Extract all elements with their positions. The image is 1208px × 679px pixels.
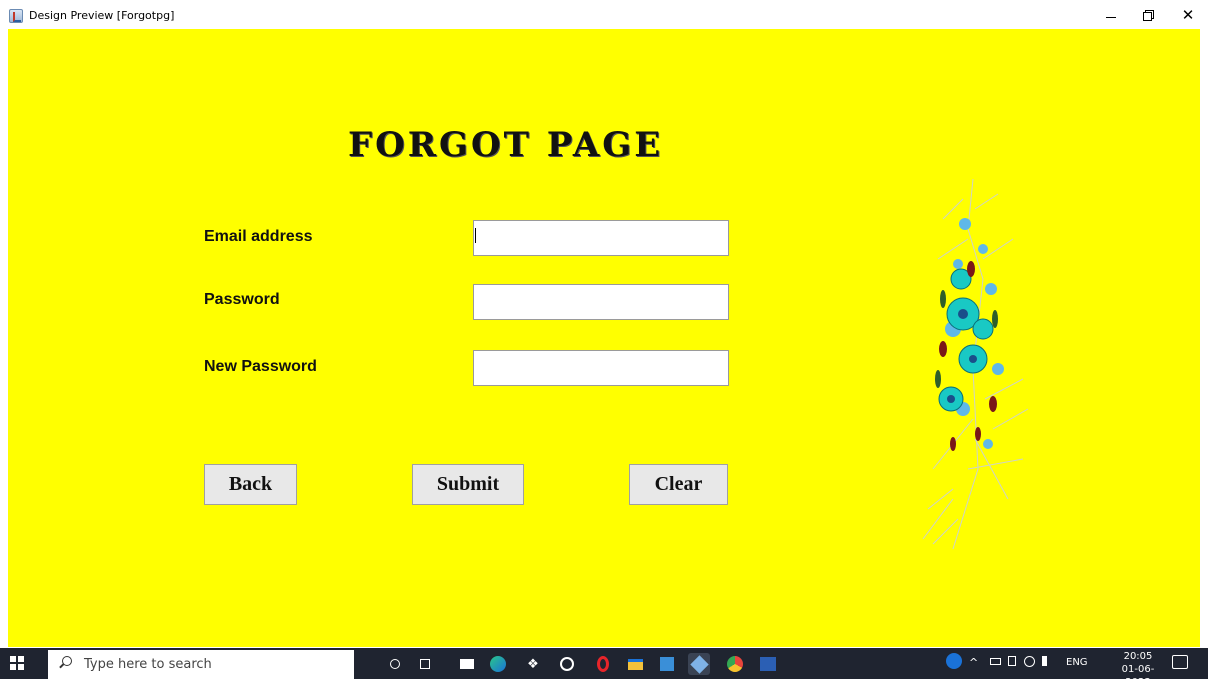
submit-button[interactable]: Submit	[412, 464, 524, 505]
app-icon[interactable]	[556, 653, 578, 675]
close-button[interactable]: ✕	[1170, 4, 1206, 26]
opera-icon[interactable]	[592, 653, 614, 675]
file-explorer-icon[interactable]	[624, 653, 646, 675]
page-title: FORGOT PAGE	[348, 125, 664, 165]
word-icon[interactable]	[757, 653, 779, 675]
window-title-bar: Design Preview [Forgotpg] ✕	[0, 0, 1208, 29]
new-password-label: New Password	[204, 358, 317, 375]
start-button[interactable]	[10, 656, 24, 670]
text-caret	[475, 228, 476, 243]
search-placeholder: Type here to search	[84, 657, 212, 672]
chevron-up-icon[interactable]: ^	[969, 656, 978, 669]
volume-icon[interactable]	[1042, 656, 1054, 666]
windows-logo-icon	[10, 656, 16, 662]
java-app-icon	[9, 9, 23, 23]
app-icon[interactable]	[656, 653, 678, 675]
battery-icon	[990, 656, 1001, 665]
clock-date: 01-06-2023	[1121, 664, 1155, 679]
taskbar-clock[interactable]: 20:05 01-06-2023	[1118, 650, 1158, 679]
new-password-field[interactable]	[473, 350, 729, 386]
windows-taskbar: Type here to search ❖ ^ ENG 20:05 01-06-…	[0, 648, 1208, 679]
network-icon[interactable]	[1024, 656, 1035, 667]
forgot-page-panel: FORGOT PAGE Email address Password New P…	[8, 29, 1200, 647]
email-field[interactable]	[473, 220, 729, 256]
device-icon	[1008, 656, 1016, 666]
notification-icon[interactable]	[1172, 655, 1188, 669]
minimize-button[interactable]	[1093, 4, 1129, 26]
chrome-icon[interactable]	[724, 653, 746, 675]
close-icon: ✕	[1181, 6, 1195, 24]
restore-button[interactable]	[1130, 4, 1166, 26]
cortana-icon[interactable]	[384, 653, 406, 675]
mail-icon[interactable]	[456, 653, 478, 675]
help-icon[interactable]	[946, 653, 962, 669]
search-icon	[62, 656, 72, 666]
clock-time: 20:05	[1123, 651, 1153, 662]
edge-icon[interactable]	[487, 653, 509, 675]
taskbar-search-box[interactable]: Type here to search	[48, 650, 354, 679]
dropbox-icon[interactable]: ❖	[522, 653, 544, 675]
window-title: Design Preview [Forgotpg]	[29, 9, 175, 22]
task-view-icon[interactable]	[414, 653, 436, 675]
flower-bouquet-image	[922, 178, 1029, 550]
password-label: Password	[204, 291, 280, 308]
email-label: Email address	[204, 228, 313, 245]
password-field[interactable]	[473, 284, 729, 320]
minimize-icon	[1106, 16, 1116, 18]
back-button[interactable]: Back	[204, 464, 297, 505]
language-indicator[interactable]: ENG	[1066, 657, 1088, 668]
virtualbox-icon[interactable]	[688, 653, 710, 675]
clear-button[interactable]: Clear	[629, 464, 728, 505]
restore-icon	[1143, 10, 1154, 21]
